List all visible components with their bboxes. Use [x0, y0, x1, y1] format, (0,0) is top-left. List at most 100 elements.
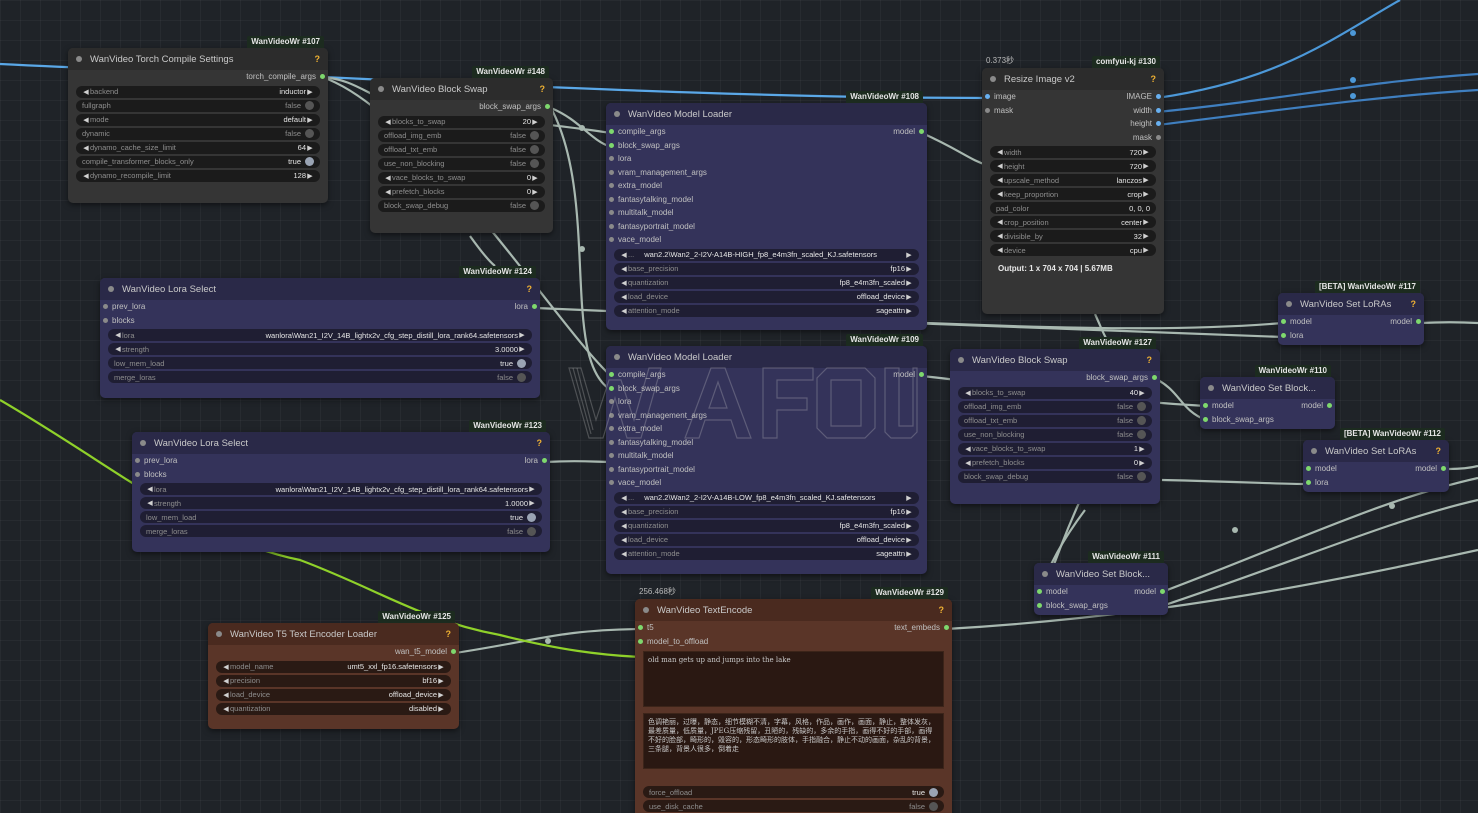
widget-mode[interactable]: ◀ mode default ▶ [76, 113, 320, 126]
node-model-loader-109[interactable]: WanVideoWr #109 WanVideo Model Loader mo… [606, 334, 927, 574]
node-header[interactable]: WanVideo Block Swap ? [950, 349, 1160, 371]
help-icon[interactable]: ? [446, 629, 452, 639]
input-compile-args[interactable]: compile_args [606, 368, 927, 382]
input-block-swap-args[interactable]: block_swap_args [606, 139, 927, 153]
node-set-loras-117[interactable]: [BETA] WanVideoWr #117 WanVideo Set LoRA… [1278, 281, 1424, 345]
widget-base-precision[interactable]: ◀ base_precision fp16 ▶ [614, 505, 919, 518]
node-block-swap-127[interactable]: WanVideoWr #127 WanVideo Block Swap ? bl… [950, 337, 1160, 504]
widget-prefetch-blocks[interactable]: ◀ prefetch_blocks 0 ▶ [378, 185, 545, 198]
widget-attention-mode[interactable]: ◀ attention_mode sageattn ▶ [614, 304, 919, 317]
input-multitalk-model[interactable]: multitalk_model [606, 206, 927, 220]
widget-quantization[interactable]: ◀ quantization disabled ▶ [216, 702, 451, 715]
input-extra-model[interactable]: extra_model [606, 422, 927, 436]
node-header[interactable]: WanVideo Lora Select ? [100, 278, 540, 300]
input-model[interactable]: model [1303, 462, 1449, 476]
widget-offload-img-emb[interactable]: offload_img_emb false [958, 400, 1152, 413]
input-vace-model[interactable]: vace_model [606, 476, 927, 490]
input-blocks[interactable]: blocks [100, 314, 540, 328]
input-multitalk-model[interactable]: multitalk_model [606, 449, 927, 463]
widget-quantization[interactable]: ◀ quantization fp8_e4m3fn_scaled ▶ [614, 519, 919, 532]
help-icon[interactable]: ? [1151, 74, 1157, 84]
input-model[interactable]: model [1200, 399, 1335, 413]
input-blocks[interactable]: blocks [132, 468, 550, 482]
node-header[interactable]: WanVideo Set Block... [1200, 377, 1335, 399]
widget-model-name[interactable]: ◀ model_name umt5_xxl_fp16.safetensors ▶ [216, 660, 451, 673]
node-set-block-111[interactable]: WanVideoWr #111 WanVideo Set Block... mo… [1034, 551, 1168, 615]
input-model[interactable]: model [1278, 315, 1424, 329]
widget-load-device[interactable]: ◀ load_device offload_device ▶ [216, 688, 451, 701]
collapse-dot-icon[interactable] [958, 357, 964, 363]
node-block-swap-148[interactable]: WanVideoWr #148 WanVideo Block Swap ? bl… [370, 66, 553, 233]
input-lora[interactable]: lora [1278, 329, 1424, 343]
widget-strength[interactable]: ◀ strength 3.0000 ▶ [108, 343, 532, 355]
input-fantasytalking-model[interactable]: fantasytalking_model [606, 193, 927, 207]
node-lora-select-123[interactable]: WanVideoWr #123 WanVideo Lora Select ? l… [132, 420, 550, 552]
help-icon[interactable]: ? [527, 284, 533, 294]
node-set-loras-112[interactable]: [BETA] WanVideoWr #112 WanVideo Set LoRA… [1303, 428, 1449, 492]
help-icon[interactable]: ? [1147, 355, 1153, 365]
widget-dynamo-cache-size-limit[interactable]: ◀ dynamo_cache_size_limit 64 ▶ [76, 141, 320, 154]
widget-dynamic[interactable]: dynamic false [76, 127, 320, 140]
input-t5[interactable]: t5 [635, 621, 952, 635]
collapse-dot-icon[interactable] [990, 76, 996, 82]
collapse-dot-icon[interactable] [614, 111, 620, 117]
input-vace-model[interactable]: vace_model [606, 233, 927, 247]
output-block-swap-args[interactable]: block_swap_args [950, 371, 1160, 385]
input-compile-args[interactable]: compile_args [606, 125, 927, 139]
input-fantasyportrait-model[interactable]: fantasyportrait_model [606, 220, 927, 234]
collapse-dot-icon[interactable] [378, 86, 384, 92]
widget-vace-blocks-to-swap[interactable]: ◀ vace_blocks_to_swap 1 ▶ [958, 442, 1152, 455]
input-model[interactable]: model [1034, 585, 1168, 599]
input-block-swap-args[interactable]: block_swap_args [1034, 599, 1168, 613]
widget-backend[interactable]: ◀ backend inductor ▶ [76, 85, 320, 98]
node-t5-text-encoder-loader-125[interactable]: WanVideoWr #125 WanVideo T5 Text Encoder… [208, 611, 459, 729]
input-image[interactable]: image [982, 90, 1073, 104]
widget-prefetch-blocks[interactable]: ◀ prefetch_blocks 0 ▶ [958, 456, 1152, 469]
collapse-dot-icon[interactable] [1042, 571, 1048, 577]
collapse-dot-icon[interactable] [614, 354, 620, 360]
node-text-encode-129[interactable]: 256.468秒 WanVideoWr #129 WanVideo TextEn… [635, 587, 952, 813]
widget-offload-img-emb[interactable]: offload_img_emb false [378, 129, 545, 142]
widget-use-disk-cache[interactable]: use_disk_cache false [643, 800, 944, 812]
collapse-dot-icon[interactable] [108, 286, 114, 292]
input-fantasyportrait-model[interactable]: fantasyportrait_model [606, 463, 927, 477]
collapse-dot-icon[interactable] [1208, 385, 1214, 391]
help-icon[interactable]: ? [939, 605, 945, 615]
input-model-to-offload[interactable]: model_to_offload [635, 635, 952, 649]
widget-dynamo-recompile-limit[interactable]: ◀ dynamo_recompile_limit 128 ▶ [76, 169, 320, 182]
widget-keep-proportion[interactable]: ◀ keep_proportion crop ▶ [990, 188, 1156, 200]
help-icon[interactable]: ? [540, 84, 546, 94]
widget-pad-color[interactable]: pad_color 0, 0, 0 [990, 202, 1156, 214]
collapse-dot-icon[interactable] [643, 607, 649, 613]
node-set-block-110[interactable]: WanVideoWr #110 WanVideo Set Block... mo… [1200, 365, 1335, 429]
collapse-dot-icon[interactable] [216, 631, 222, 637]
widget-lora[interactable]: ◀ lora wanlora\Wan21_I2V_14B_lightx2v_cfg_… [108, 329, 532, 341]
widget-use-non-blocking[interactable]: use_non_blocking false [958, 428, 1152, 441]
help-icon[interactable]: ? [1411, 299, 1417, 309]
widget-merge-loras[interactable]: merge_loras false [140, 525, 542, 537]
widget-compile-transformer-blocks-only[interactable]: compile_transformer_blocks_only true [76, 155, 320, 168]
widget-attention-mode[interactable]: ◀ attention_mode sageattn ▶ [614, 547, 919, 560]
widget-fullgraph[interactable]: fullgraph false [76, 99, 320, 112]
output-block-swap-args[interactable]: block_swap_args [370, 100, 553, 114]
widget-low-mem-load[interactable]: low_mem_load true [140, 511, 542, 523]
node-resize-image-130[interactable]: 0.373秒 comfyui-kj #130 Resize Image v2 ?… [982, 56, 1164, 314]
widget-block-swap-debug[interactable]: block_swap_debug false [958, 470, 1152, 483]
input-lora[interactable]: lora [606, 152, 927, 166]
collapse-dot-icon[interactable] [76, 56, 82, 62]
widget-merge-loras[interactable]: merge_loras false [108, 371, 532, 383]
node-torch-compile-settings[interactable]: WanVideoWr #107 WanVideo Torch Compile S… [68, 36, 328, 203]
input-extra-model[interactable]: extra_model [606, 179, 927, 193]
widget-low-mem-load[interactable]: low_mem_load true [108, 357, 532, 369]
widget-lora[interactable]: ◀ lora wanlora\Wan21_I2V_14B_lightx2v_cfg_… [140, 483, 542, 495]
input-fantasytalking-model[interactable]: fantasytalking_model [606, 436, 927, 450]
input-lora[interactable]: lora [606, 395, 927, 409]
widget-blocks-to-swap[interactable]: ◀ blocks_to_swap 20 ▶ [378, 115, 545, 128]
widget-model[interactable]: ◀... wan2.2\Wan2_2-I2V-A14B-LOW_fp8_e4m3f… [614, 491, 919, 504]
node-header[interactable]: WanVideo Block Swap ? [370, 78, 553, 100]
widget-divisible-by[interactable]: ◀ divisible_by 32 ▶ [990, 230, 1156, 242]
output-torch-compile-args[interactable]: torch_compile_args [68, 70, 328, 84]
widget-crop-position[interactable]: ◀ crop_position center ▶ [990, 216, 1156, 228]
collapse-dot-icon[interactable] [140, 440, 146, 446]
widget-quantization[interactable]: ◀ quantization fp8_e4m3fn_scaled ▶ [614, 276, 919, 289]
